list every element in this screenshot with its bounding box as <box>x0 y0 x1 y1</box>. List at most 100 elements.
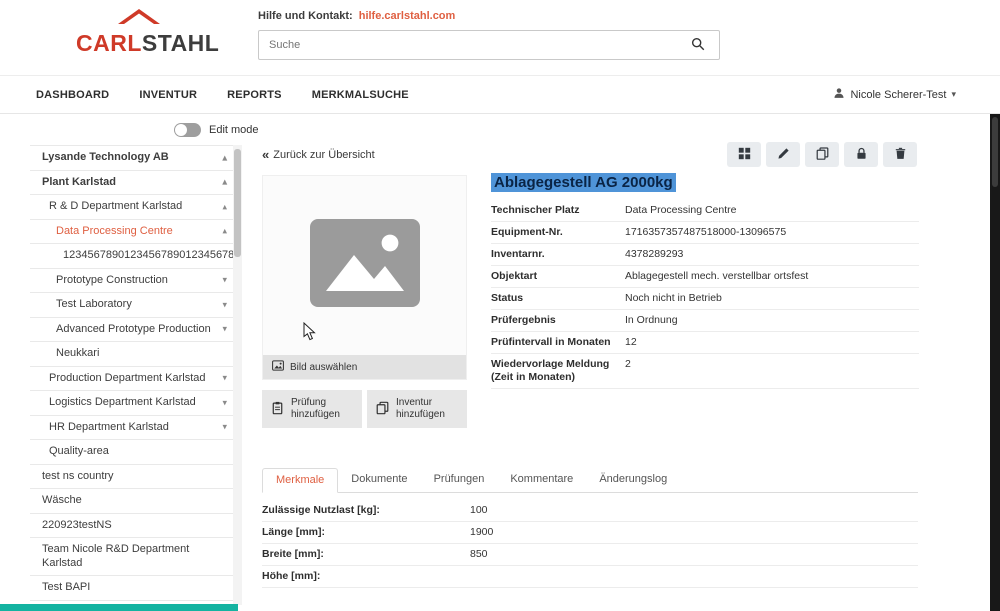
chevron-down-icon[interactable]: ▾ <box>222 274 227 288</box>
main-nav-items: DASHBOARD INVENTUR REPORTS MERKMALSUCHE <box>36 89 409 101</box>
detail-value: 12 <box>625 336 919 349</box>
add-inventur-button[interactable]: Inventur hinzufügen <box>367 390 467 428</box>
sidebar-item-label: Neukkari <box>56 347 217 361</box>
clipboard-icon <box>271 401 284 418</box>
delete-button[interactable] <box>883 142 917 167</box>
sidebar-item[interactable]: Logistics Department Karlstad ▾ <box>30 391 233 416</box>
add-pruefung-button[interactable]: Prüfung hinzufügen <box>262 390 362 428</box>
attribute-label: Breite [mm]: <box>262 548 470 561</box>
detail-value: 2 <box>625 358 919 384</box>
user-icon <box>833 87 845 102</box>
sidebar-item[interactable]: Advanced Prototype Production▾ <box>30 318 233 343</box>
detail-value: 4378289293 <box>625 248 919 261</box>
tab-dokumente[interactable]: Dokumente <box>338 468 420 493</box>
nav-item-merkmalsuche[interactable]: MERKMALSUCHE <box>312 89 409 101</box>
page-scrollbar[interactable] <box>990 114 1000 611</box>
sidebar: Lysande Technology AB▴Plant Karlstad▴R &… <box>30 145 233 601</box>
image-placeholder <box>263 176 466 355</box>
tab-merkmale[interactable]: Merkmale <box>262 468 338 493</box>
top-header: CARLSTAHL Hilfe und Kontakt:hilfe.carlst… <box>0 0 1000 76</box>
lock-button[interactable] <box>844 142 878 167</box>
duplicate-button[interactable] <box>805 142 839 167</box>
sidebar-item-label: Lysande Technology AB <box>42 151 217 165</box>
sidebar-item[interactable]: Lysande Technology AB ▴ <box>30 146 233 171</box>
sidebar-item[interactable]: Team Nicole R&D Department Karlstad <box>30 538 233 576</box>
attribute-value: 850 <box>470 548 918 561</box>
sidebar-item[interactable]: Wäsche <box>30 489 233 514</box>
details-table: Technischer PlatzData Processing CentreE… <box>491 200 919 389</box>
pencil-icon <box>777 147 790 163</box>
chevron-down-icon[interactable]: ▾ <box>222 396 227 410</box>
nav-item-reports[interactable]: REPORTS <box>227 89 282 101</box>
attribute-value: 100 <box>470 504 918 517</box>
copy-icon <box>376 401 389 418</box>
trash-icon <box>894 147 907 163</box>
carlstahl-logo[interactable]: CARLSTAHL <box>76 30 219 57</box>
detail-value: Ablagegestell mech. verstellbar ortsfest <box>625 270 919 283</box>
nav-item-dashboard[interactable]: DASHBOARD <box>36 89 109 101</box>
sidebar-item[interactable]: R & D Department Karlstad ▴ <box>30 195 233 220</box>
detail-row: PrüfergebnisIn Ordnung <box>491 310 919 332</box>
select-image-label: Bild auswählen <box>290 362 357 373</box>
sidebar-scrollbar[interactable] <box>233 145 242 605</box>
sidebar-item[interactable]: Test BAPI <box>30 576 233 601</box>
sidebar-item-label: Logistics Department Karlstad <box>49 396 217 410</box>
chevron-down-icon[interactable]: ▾ <box>222 372 227 386</box>
edit-mode-control: Edit mode <box>174 123 259 137</box>
sidebar-item[interactable]: Neukkari <box>30 342 233 367</box>
tab-änderungslog[interactable]: Änderungslog <box>586 468 680 493</box>
bottom-teal-bar <box>0 604 238 611</box>
tab-kommentare[interactable]: Kommentare <box>497 468 586 493</box>
toolbar <box>727 142 917 167</box>
chevron-up-icon[interactable]: ▴ <box>222 151 227 165</box>
page-scrollbar-thumb[interactable] <box>992 117 998 187</box>
chevron-down-icon[interactable]: ▾ <box>222 323 227 337</box>
chevron-down-icon[interactable]: ▾ <box>222 298 227 312</box>
chevron-up-icon[interactable]: ▴ <box>222 176 227 190</box>
edit-button[interactable] <box>766 142 800 167</box>
attribute-row: Länge [mm]:1900 <box>262 522 918 544</box>
sidebar-item-label: Production Department Karlstad <box>49 372 217 386</box>
select-image-button[interactable]: Bild auswählen <box>263 355 466 379</box>
sidebar-item[interactable]: Data Processing Centre▴ <box>30 220 233 245</box>
sidebar-item-label: Test Laboratory <box>56 298 217 312</box>
sidebar-item[interactable]: Quality-area <box>30 440 233 465</box>
attribute-label: Höhe [mm]: <box>262 570 470 583</box>
sidebar-item-label: R & D Department Karlstad <box>49 200 217 214</box>
search-input[interactable] <box>259 39 677 51</box>
carlstahl-roof-icon <box>116 7 162 32</box>
detail-row: Technischer PlatzData Processing Centre <box>491 200 919 222</box>
chevron-down-icon[interactable]: ▾ <box>222 421 227 435</box>
main-nav: DASHBOARD INVENTUR REPORTS MERKMALSUCHE Nic… <box>0 76 1000 114</box>
detail-label: Status <box>491 292 625 305</box>
sidebar-item[interactable]: 220923testNS <box>30 514 233 539</box>
toggle-knob <box>175 124 187 136</box>
sidebar-item[interactable]: Test Laboratory ▾ <box>30 293 233 318</box>
detail-value: In Ordnung <box>625 314 919 327</box>
chevron-up-icon[interactable]: ▴ <box>222 225 227 239</box>
help-search-area: Hilfe und Kontakt:hilfe.carlstahl.com <box>258 10 720 60</box>
sidebar-item-label: 220923testNS <box>42 519 217 533</box>
sidebar-item[interactable]: test ns country <box>30 465 233 490</box>
page-title: Ablagegestell AG 2000kg <box>491 174 676 191</box>
sidebar-item[interactable]: Production Department Karlstad ▾ <box>30 367 233 392</box>
detail-value: 1716357357487518000-13096575 <box>625 226 919 239</box>
edit-mode-toggle[interactable] <box>174 123 201 137</box>
tab-prüfungen[interactable]: Prüfungen <box>421 468 498 493</box>
chevron-up-icon[interactable]: ▴ <box>222 200 227 214</box>
nav-item-inventur[interactable]: INVENTUR <box>139 89 197 101</box>
sidebar-item[interactable]: Prototype Construction▾ <box>30 269 233 294</box>
sidebar-item[interactable]: HR Department Karlstad▾ <box>30 416 233 441</box>
sidebar-item-label: Team Nicole R&D Department Karlstad <box>42 543 217 570</box>
grid-view-button[interactable] <box>727 142 761 167</box>
back-link[interactable]: « Zurück zur Übersicht <box>262 147 375 162</box>
search-button[interactable] <box>677 31 719 59</box>
app-window: CARLSTAHL Hilfe und Kontakt:hilfe.carlst… <box>0 0 1000 611</box>
attribute-value <box>470 570 918 583</box>
sidebar-item[interactable]: Plant Karlstad▴ <box>30 171 233 196</box>
sidebar-item[interactable]: 1234567890123456789012345678 <box>30 244 233 269</box>
detail-row: Prüfintervall in Monaten12 <box>491 332 919 354</box>
user-menu[interactable]: Nicole Scherer-Test ▾ <box>833 76 956 113</box>
sidebar-scrollbar-thumb[interactable] <box>234 149 241 257</box>
help-link[interactable]: hilfe.carlstahl.com <box>359 10 456 22</box>
